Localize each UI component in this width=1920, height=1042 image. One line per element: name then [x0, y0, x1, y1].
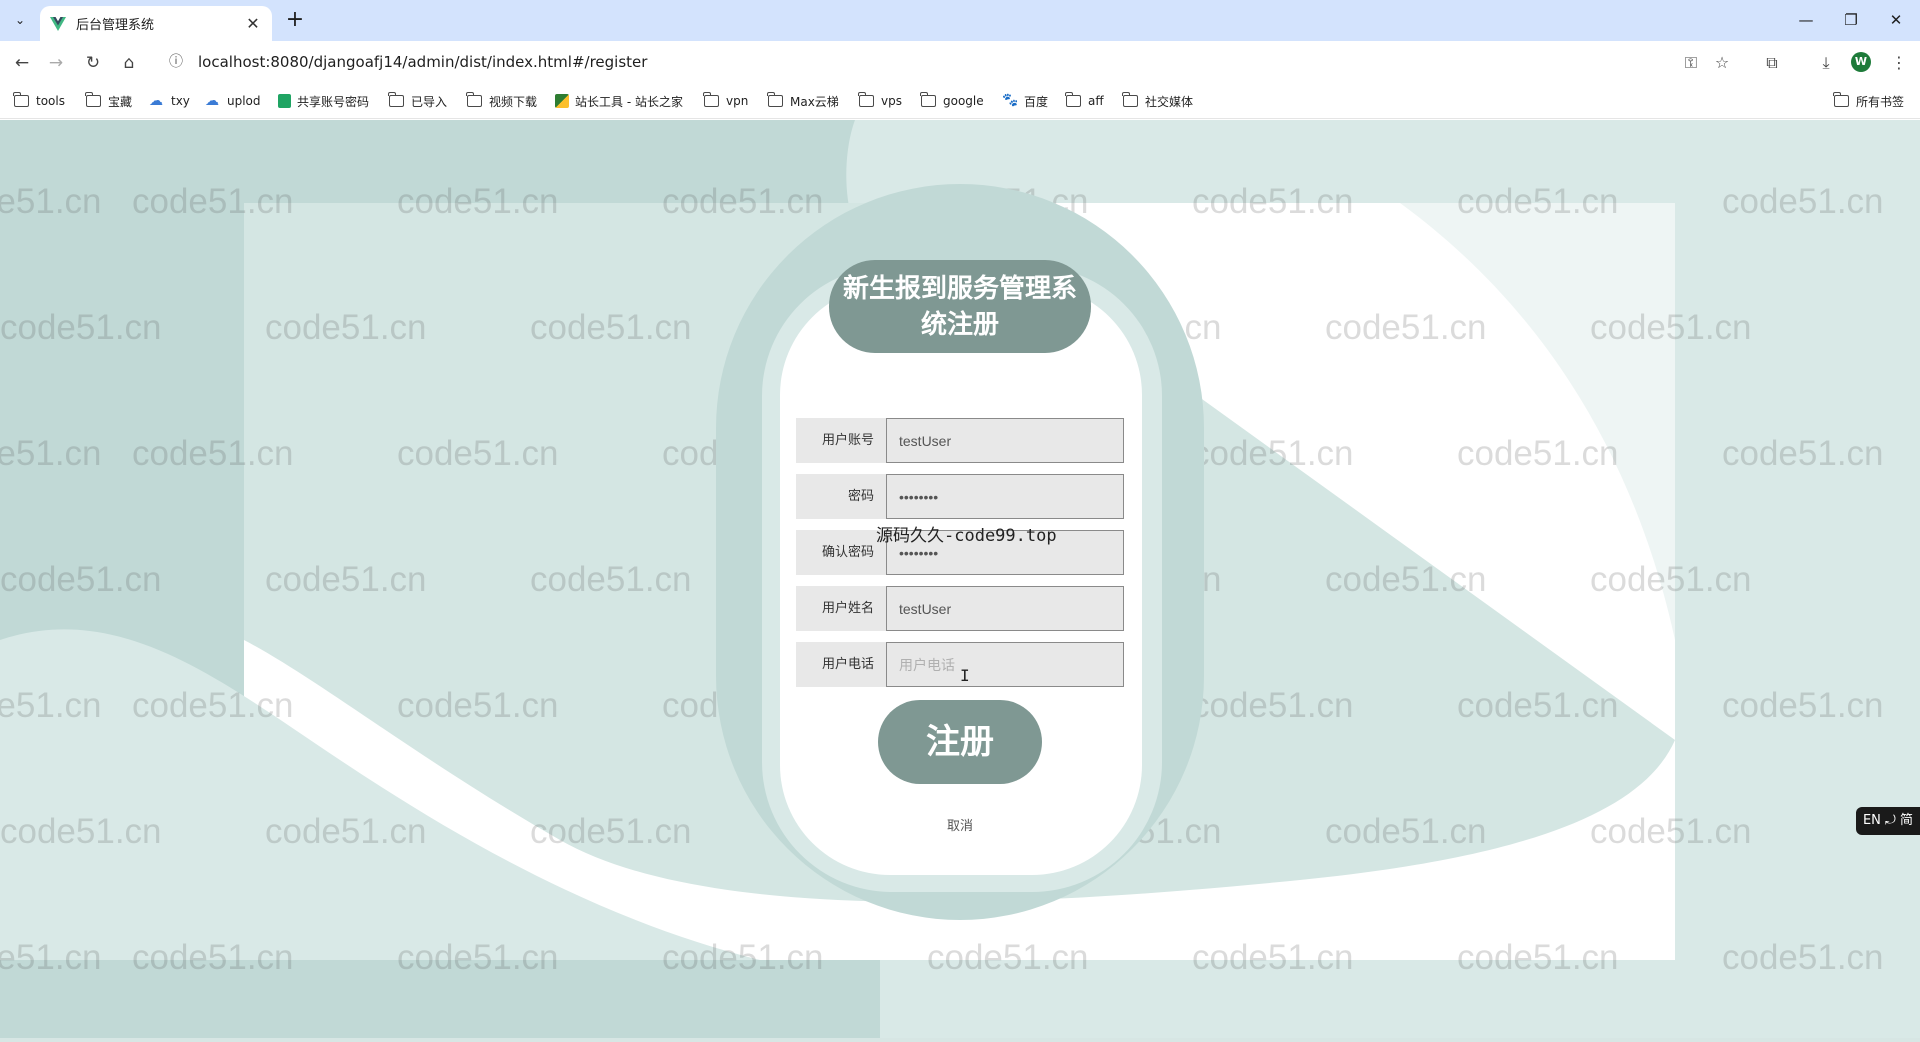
bookmark-vpn[interactable]: vpn [703, 92, 748, 110]
sheet-icon [278, 94, 291, 108]
form-row-password: 密码 [796, 474, 1124, 519]
folder-icon [1833, 92, 1849, 107]
page-title-pill: 新生报到服务管理系统注册 [829, 260, 1091, 353]
browser-tab-bar: ⌄ 后台管理系统 ✕ + — ❐ ✕ [0, 0, 1920, 41]
baidu-icon: 🐾 [1002, 93, 1019, 108]
name-label: 用户姓名 [821, 601, 874, 616]
vue-favicon-icon [50, 16, 66, 31]
back-icon[interactable]: ← [9, 50, 35, 76]
folder-icon [85, 92, 101, 107]
folder-icon [767, 92, 783, 107]
bookmark-video-download[interactable]: 视频下载 [466, 92, 537, 110]
folder-icon [920, 92, 936, 107]
register-card [780, 285, 1142, 875]
folder-icon [703, 92, 719, 107]
folder-icon [13, 92, 29, 107]
download-icon[interactable]: ⤓ [1813, 50, 1839, 76]
name-input[interactable] [886, 586, 1124, 631]
bookmark-txy[interactable]: ☁ txy [149, 92, 190, 110]
tab-close-icon[interactable]: ✕ [244, 14, 262, 33]
reload-icon[interactable]: ↻ [80, 50, 106, 76]
text-cursor-icon: I [960, 666, 970, 685]
page-bottom-strip [0, 1038, 1920, 1042]
register-page: code51.cn code51.cn code51.cn code51.cn … [0, 120, 1920, 1042]
confirm-password-label: 确认密码 [821, 545, 874, 560]
account-input[interactable] [886, 418, 1124, 463]
form-row-account: 用户账号 [796, 418, 1124, 463]
bookmark-google[interactable]: google [920, 92, 984, 110]
bookmark-baidu[interactable]: 🐾 百度 [1002, 92, 1048, 110]
minimize-icon[interactable]: — [1784, 6, 1828, 34]
bookmark-social[interactable]: 社交媒体 [1122, 92, 1193, 110]
bookmark-chinaz[interactable]: 站长工具 - 站长之家 [555, 92, 683, 110]
page-title: 新生报到服务管理系统注册 [842, 273, 1077, 340]
site-info-icon[interactable]: ⓘ [166, 52, 186, 72]
bookmark-uplod[interactable]: ☁ uplod [205, 92, 261, 110]
bookmark-star-icon[interactable]: ☆ [1709, 50, 1735, 76]
url-text: localhost:8080/djangoafj14/admin/dist/in… [198, 53, 648, 71]
register-button[interactable]: 注册 [878, 700, 1042, 784]
bookmark-tools[interactable]: tools [13, 92, 65, 110]
bookmark-aff[interactable]: aff [1065, 92, 1104, 110]
site-icon [555, 94, 569, 108]
account-label: 用户账号 [821, 433, 874, 448]
restore-icon[interactable]: ❐ [1829, 6, 1873, 34]
phone-input[interactable] [886, 642, 1124, 687]
phone-label: 用户电话 [821, 657, 874, 672]
bookmark-shared-accounts[interactable]: 共享账号密码 [278, 92, 369, 110]
menu-kebab-icon[interactable]: ⋮ [1886, 50, 1912, 76]
tab-search-chevron-icon[interactable]: ⌄ [8, 8, 32, 32]
password-input[interactable] [886, 474, 1124, 519]
bookmark-max[interactable]: Max云梯 [767, 92, 839, 110]
profile-avatar[interactable]: W [1851, 52, 1871, 72]
new-tab-button[interactable]: + [282, 8, 308, 34]
password-key-icon[interactable]: ⚿ [1678, 50, 1704, 76]
folder-icon [1122, 92, 1138, 107]
source-watermark-text: 源码久久-code99.top [876, 526, 1057, 546]
bookmarks-bar: tools 宝藏 ☁ txy ☁ uplod 共享账号密码 已导入 视频下载 站长工… [0, 83, 1920, 119]
folder-icon [388, 92, 404, 107]
bookmark-vps[interactable]: vps [858, 92, 902, 110]
folder-icon [1065, 92, 1081, 107]
all-bookmarks[interactable]: 所有书签 [1833, 92, 1904, 110]
form-row-name: 用户姓名 [796, 586, 1124, 631]
folder-icon [466, 92, 482, 107]
ime-language-badge[interactable]: EN ⤾ 简 [1856, 807, 1920, 835]
folder-icon [858, 92, 874, 107]
tab-title: 后台管理系统 [76, 18, 155, 33]
cloud-icon: ☁ [205, 93, 219, 109]
cloud-icon: ☁ [149, 93, 163, 109]
cancel-link[interactable]: 取消 [940, 815, 980, 834]
home-icon[interactable]: ⌂ [116, 50, 142, 76]
bookmark-imported[interactable]: 已导入 [388, 92, 447, 110]
address-bar[interactable]: ⓘ localhost:8080/djangoafj14/admin/dist/… [160, 45, 1720, 79]
bookmark-baozang[interactable]: 宝藏 [85, 92, 132, 110]
forward-icon[interactable]: → [43, 50, 69, 76]
browser-toolbar: ← → ↻ ⌂ ⓘ localhost:8080/djangoafj14/adm… [0, 41, 1920, 83]
browser-tab[interactable]: 后台管理系统 ✕ [40, 6, 272, 41]
extensions-icon[interactable]: ⧉ [1759, 50, 1785, 76]
close-window-icon[interactable]: ✕ [1874, 6, 1918, 34]
password-label: 密码 [847, 489, 874, 504]
